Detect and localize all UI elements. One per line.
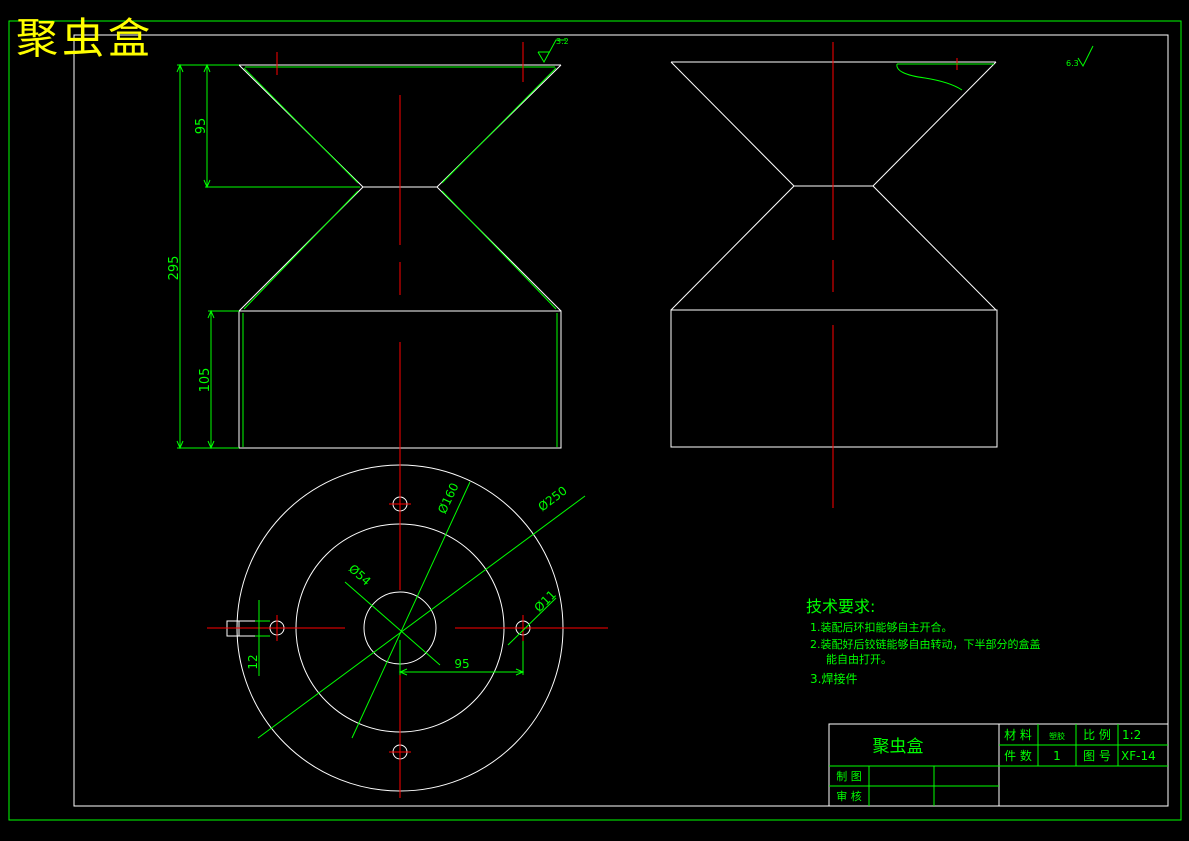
side-view	[670, 61, 998, 448]
tech-requirement-item-2-cont: 能自由打开。	[826, 652, 892, 666]
dim-12-vertical: 12	[246, 654, 260, 669]
dim-dia250: Ø250	[535, 483, 569, 514]
tech-requirement-item-2: 2.装配好后铰链能够自由转动，下半部分的盒盖	[810, 637, 1041, 651]
material-label: 材 料	[1004, 728, 1032, 742]
quantity-value: 1	[1053, 749, 1061, 763]
outer-frame	[8, 20, 1182, 821]
tech-requirement-item-3: 3.焊接件	[810, 671, 857, 686]
dim-105-vertical: 105	[198, 368, 213, 393]
drawing-title-banner: 聚虫盒	[16, 14, 155, 63]
side-view-leader	[896, 63, 994, 91]
drawing-number-value: XF-14	[1121, 749, 1156, 763]
front-view-centerline	[276, 42, 524, 470]
title-block-part-name: 聚虫盒	[873, 737, 924, 757]
roughness-value-left: 3.2	[556, 37, 569, 46]
quantity-label: 件 数	[1004, 748, 1032, 763]
drawn-by-label: 制 图	[836, 770, 862, 783]
cad-drawing-canvas: 3.2 95 295 105 6.3 Ø160 Ø250 Ø54 Ø11 95 …	[8, 20, 1182, 821]
side-view-centerline	[832, 42, 958, 508]
scale-value: 1:2	[1122, 728, 1141, 742]
drawing-number-label: 图 号	[1083, 749, 1111, 763]
dim-dia54: Ø54	[346, 562, 374, 589]
roughness-symbol-right	[1077, 45, 1094, 68]
dim-295-vertical: 295	[167, 256, 182, 281]
checked-by-label: 审 核	[836, 789, 862, 803]
inner-frame	[73, 34, 1169, 807]
dim-dia160: Ø160	[435, 481, 461, 516]
dim-95-vertical: 95	[194, 118, 209, 135]
tech-requirements-heading: 技术要求:	[806, 597, 875, 616]
tech-requirement-item-1: 1.装配后环扣能够自主开合。	[810, 620, 953, 634]
material-value: 塑胶	[1049, 731, 1065, 741]
scale-label: 比 例	[1083, 728, 1111, 742]
dim-95-horizontal: 95	[454, 657, 469, 671]
dim-dia11: Ø11	[531, 587, 558, 614]
roughness-value-right: 6.3	[1066, 59, 1079, 68]
